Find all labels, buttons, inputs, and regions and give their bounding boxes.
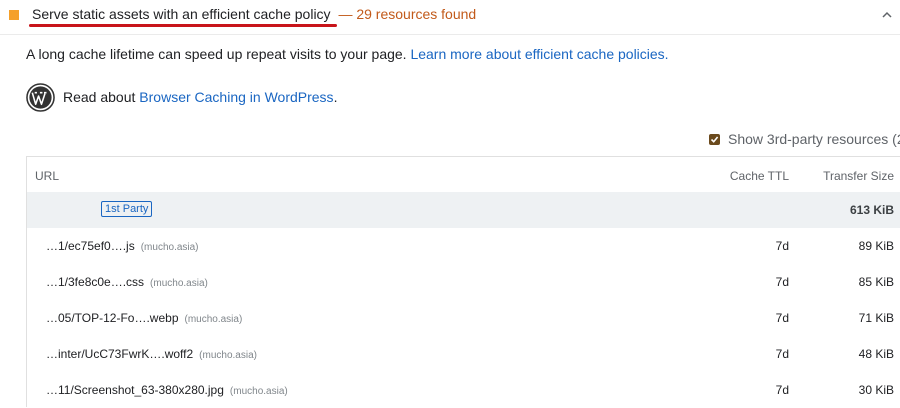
third-party-checkbox[interactable]	[709, 133, 720, 145]
audit-title[interactable]: Serve static assets with an efficient ca…	[29, 6, 477, 27]
cache-ttl-cell: 7d	[775, 275, 789, 289]
table-row[interactable]: …inter/UcC73FwrK….woff2 (mucho.asia) 7d 4…	[27, 336, 900, 372]
column-header-url[interactable]: URL	[35, 169, 59, 183]
first-party-group-row: 1st Party 613 KiB	[27, 192, 900, 228]
audit-display-value: — 29 resources found	[338, 6, 477, 22]
table-header: URL Cache TTL Transfer Size	[27, 157, 900, 192]
red-underline-annotation	[29, 24, 337, 27]
audit-title-text: Serve static assets with an efficient ca…	[32, 6, 331, 22]
transfer-size-cell: 48 KiB	[858, 347, 894, 361]
learn-more-link[interactable]: Learn more about efficient cache policie…	[410, 46, 668, 62]
resource-host: (mucho.asia)	[199, 350, 257, 361]
resource-url-cell[interactable]: …1/3fe8c0e….css (mucho.asia)	[46, 275, 208, 289]
transfer-size-cell: 89 KiB	[858, 239, 894, 253]
first-party-badge[interactable]: 1st Party	[101, 201, 153, 217]
table-row[interactable]: …05/TOP-12-Fo….webp (mucho.asia) 7d 71 Ki…	[27, 300, 900, 336]
third-party-toggle[interactable]: Show 3rd-party resources (2)	[709, 131, 900, 147]
table-row[interactable]: …11/Screenshot_63-380x280.jpg (mucho.asia…	[27, 372, 900, 408]
cache-ttl-cell: 7d	[775, 239, 789, 253]
resource-host: (mucho.asia)	[150, 278, 208, 289]
wordpress-prefix: Read about	[63, 89, 140, 105]
wordpress-logo-icon	[26, 82, 55, 112]
resource-url-cell[interactable]: …11/Screenshot_63-380x280.jpg (mucho.asia…	[46, 383, 288, 397]
column-header-transfer-size[interactable]: Transfer Size	[823, 169, 894, 183]
transfer-size-cell: 30 KiB	[858, 383, 894, 397]
wordpress-tip: Read about Browser Caching in WordPress.	[26, 82, 337, 112]
warning-status-icon	[9, 10, 19, 20]
cache-ttl-cell: 7d	[775, 347, 789, 361]
third-party-label: Show 3rd-party resources (2)	[728, 131, 900, 147]
resource-url-cell[interactable]: …inter/UcC73FwrK….woff2 (mucho.asia)	[46, 347, 257, 361]
column-header-cache-ttl[interactable]: Cache TTL	[730, 169, 789, 183]
table-row[interactable]: …1/ec75ef0….js (mucho.asia) 7d 89 KiB	[27, 228, 900, 264]
audit-header[interactable]: Serve static assets with an efficient ca…	[0, 0, 900, 35]
resource-url-cell[interactable]: …1/ec75ef0….js (mucho.asia)	[46, 239, 199, 253]
transfer-size-cell: 85 KiB	[858, 275, 894, 289]
audit-description: A long cache lifetime can speed up repea…	[26, 46, 669, 62]
resource-url-cell[interactable]: …05/TOP-12-Fo….webp (mucho.asia)	[46, 311, 242, 325]
checkmark-icon	[710, 135, 719, 143]
group-total-size: 613 KiB	[849, 203, 894, 217]
resource-host: (mucho.asia)	[229, 386, 288, 397]
cache-ttl-cell: 7d	[775, 383, 789, 397]
resources-table: URL Cache TTL Transfer Size 1st Party 61…	[26, 156, 900, 407]
resource-host: (mucho.asia)	[140, 242, 199, 253]
description-text: A long cache lifetime can speed up repea…	[26, 46, 411, 62]
wordpress-caching-link[interactable]: Browser Caching in WordPress	[139, 89, 333, 105]
resource-host: (mucho.asia)	[184, 314, 243, 325]
cache-ttl-cell: 7d	[775, 311, 789, 325]
wordpress-suffix: .	[333, 89, 338, 105]
chevron-up-icon[interactable]	[880, 8, 894, 22]
transfer-size-cell: 71 KiB	[858, 311, 894, 325]
table-row[interactable]: …1/3fe8c0e….css (mucho.asia) 7d 85 KiB	[27, 264, 900, 300]
